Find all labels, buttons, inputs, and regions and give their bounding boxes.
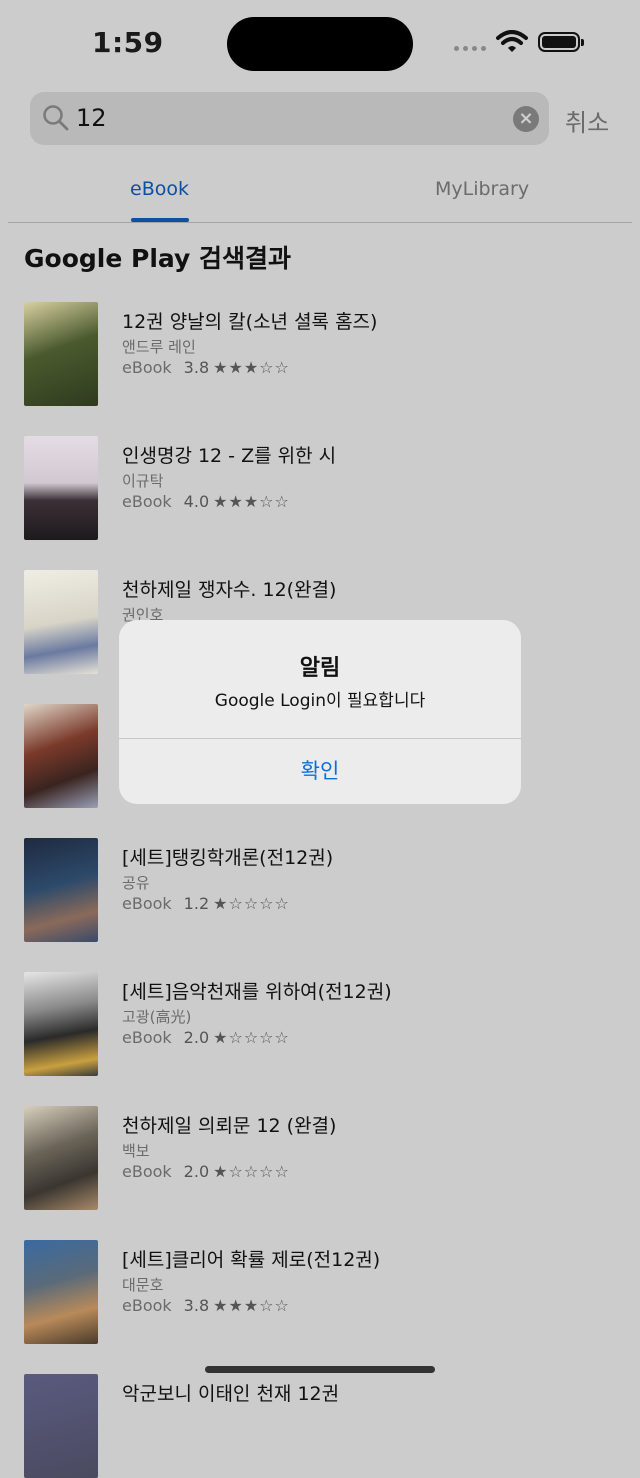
dialog-title: 알림 xyxy=(299,656,341,681)
book-cover-image xyxy=(24,436,98,540)
book-format: eBook xyxy=(122,358,172,377)
alert-dialog: 알림 Google Login이 필요합니다 확인 xyxy=(119,620,521,804)
book-rating: 1.2 xyxy=(183,894,210,913)
list-item[interactable]: [세트]음악천재를 위하여(전12권) 고광(高光) eBook 2.0 ★☆☆☆☆ xyxy=(0,972,640,1076)
dynamic-island xyxy=(227,17,413,71)
star-rating-icon: ★☆☆☆☆ xyxy=(213,894,290,913)
book-rating: 3.8 xyxy=(183,1296,210,1315)
book-rating: 4.0 xyxy=(183,492,210,511)
book-meta: eBook 3.8 ★★★☆☆ xyxy=(122,358,290,377)
book-author: 공유 xyxy=(122,874,150,892)
search-bar[interactable]: 12 × xyxy=(30,92,549,145)
book-author: 백보 xyxy=(122,1142,150,1160)
star-rating-icon: ★★★☆☆ xyxy=(213,1296,290,1315)
tab-bar: eBook MyLibrary xyxy=(0,170,640,222)
book-cover-image xyxy=(24,704,98,808)
book-title: 인생명강 12 - Z를 위한 시 xyxy=(122,445,337,467)
book-cover-image xyxy=(24,302,98,406)
list-item[interactable]: [세트]탱킹학개론(전12권) 공유 eBook 1.2 ★☆☆☆☆ xyxy=(0,838,640,942)
book-rating: 3.8 xyxy=(183,358,210,377)
book-cover-image xyxy=(24,838,98,942)
wifi-icon xyxy=(496,30,528,52)
book-meta: eBook 2.0 ★☆☆☆☆ xyxy=(122,1162,290,1181)
book-title: 천하제일 쟁자수. 12(완결) xyxy=(122,579,337,601)
star-rating-icon: ★★★☆☆ xyxy=(213,492,290,511)
star-rating-icon: ★★★☆☆ xyxy=(213,358,290,377)
list-item[interactable]: 악군보니 이태인 천재 12권 xyxy=(0,1374,640,1478)
book-meta: eBook 2.0 ★☆☆☆☆ xyxy=(122,1028,290,1047)
book-cover-image xyxy=(24,972,98,1076)
star-rating-icon: ★☆☆☆☆ xyxy=(213,1162,290,1181)
book-title: [세트]음악천재를 위하여(전12권) xyxy=(122,981,392,1003)
book-title: 12권 양날의 칼(소년 셜록 홈즈) xyxy=(122,311,378,333)
book-title: [세트]클리어 확률 제로(전12권) xyxy=(122,1249,381,1271)
book-cover-image xyxy=(24,1374,98,1478)
star-rating-icon: ★☆☆☆☆ xyxy=(213,1028,290,1047)
confirm-button[interactable]: 확인 xyxy=(119,739,521,804)
book-title: [세트]탱킹학개론(전12권) xyxy=(122,847,334,869)
status-bar: 1:59 xyxy=(0,0,640,86)
book-author: 이규탁 xyxy=(122,472,164,490)
book-cover-image xyxy=(24,1240,98,1344)
section-title: Google Play 검색결과 xyxy=(24,244,291,273)
book-format: eBook xyxy=(122,1028,172,1047)
book-meta: eBook 3.8 ★★★☆☆ xyxy=(122,1296,290,1315)
book-format: eBook xyxy=(122,492,172,511)
status-time: 1:59 xyxy=(92,26,164,59)
signal-dots-icon xyxy=(454,46,486,51)
tab-divider xyxy=(8,222,632,223)
book-rating: 2.0 xyxy=(183,1162,210,1181)
book-author: 대문호 xyxy=(122,1276,164,1294)
list-item[interactable]: 12권 양날의 칼(소년 셜록 홈즈) 앤드루 레인 eBook 3.8 ★★★☆☆ xyxy=(0,302,640,406)
search-icon xyxy=(43,105,69,131)
book-cover-image xyxy=(24,1106,98,1210)
book-cover-image xyxy=(24,570,98,674)
book-format: eBook xyxy=(122,894,172,913)
book-meta: eBook 4.0 ★★★☆☆ xyxy=(122,492,290,511)
tab-mylibrary[interactable]: MyLibrary xyxy=(435,178,529,200)
list-item[interactable]: [세트]클리어 확률 제로(전12권) 대문호 eBook 3.8 ★★★☆☆ xyxy=(0,1240,640,1344)
tab-ebook[interactable]: eBook xyxy=(130,178,189,200)
book-author: 앤드루 레인 xyxy=(122,338,196,356)
list-item[interactable]: 천하제일 의뢰문 12 (완결) 백보 eBook 2.0 ★☆☆☆☆ xyxy=(0,1106,640,1210)
book-meta: eBook 1.2 ★☆☆☆☆ xyxy=(122,894,290,913)
search-input[interactable]: 12 xyxy=(76,104,107,132)
cancel-button[interactable]: 취소 xyxy=(565,103,609,138)
list-item[interactable]: 인생명강 12 - Z를 위한 시 이규탁 eBook 4.0 ★★★☆☆ xyxy=(0,436,640,540)
book-rating: 2.0 xyxy=(183,1028,210,1047)
book-format: eBook xyxy=(122,1296,172,1315)
dialog-message: Google Login이 필요합니다 xyxy=(214,691,426,711)
book-author: 고광(高光) xyxy=(122,1008,192,1026)
home-indicator[interactable] xyxy=(205,1366,435,1373)
book-title: 악군보니 이태인 천재 12권 xyxy=(122,1383,340,1405)
book-title: 천하제일 의뢰문 12 (완결) xyxy=(122,1115,337,1137)
battery-icon xyxy=(538,32,584,52)
clear-search-icon[interactable]: × xyxy=(513,106,539,132)
book-format: eBook xyxy=(122,1162,172,1181)
